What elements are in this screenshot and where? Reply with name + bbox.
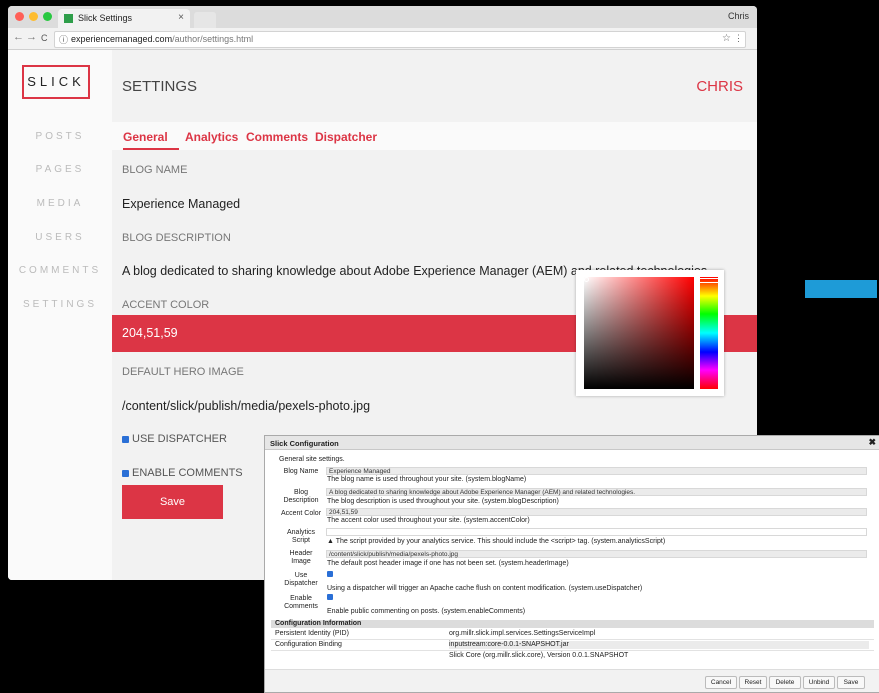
back-icon[interactable]: ←	[13, 31, 24, 43]
config-dialog: Slick Configuration ✖ General site setti…	[264, 435, 879, 693]
decorative-bar	[805, 280, 877, 298]
default-hero-image-label: DEFAULT HERO IMAGE	[122, 366, 244, 378]
tab-analytics[interactable]: Analytics	[185, 130, 238, 144]
blog-name-label: BLOG NAME	[122, 164, 188, 176]
sidebar-item-comments[interactable]: COMMENTS	[8, 265, 112, 276]
header-image-config-label: Header Image	[289, 550, 313, 565]
pid-row: Persistent Identity (PID) org.millr.slic…	[271, 629, 874, 640]
unbind-button[interactable]: Unbind	[803, 676, 835, 689]
config-info-header: Configuration Information	[271, 620, 874, 628]
enable-comments-config-checkbox[interactable]	[327, 594, 333, 600]
enable-comments-label: ENABLE COMMENTS	[132, 467, 243, 479]
sidebar-item-users[interactable]: USERS	[8, 232, 112, 243]
blog-description-label: BLOG DESCRIPTION	[122, 232, 231, 244]
profile-name[interactable]: Chris	[728, 11, 749, 21]
url-text: experiencemanaged.com/author/settings.ht…	[71, 34, 254, 44]
dialog-title: Slick Configuration	[270, 439, 339, 448]
checkbox-checked-icon[interactable]	[122, 469, 129, 477]
bookmark-star-icon[interactable]: ☆	[722, 33, 731, 44]
reset-button[interactable]: Reset	[739, 676, 767, 689]
pid-value: org.millr.slick.impl.services.SettingsSe…	[449, 630, 596, 637]
dialog-intro: General site settings.	[279, 456, 345, 463]
bundle-row: Slick Core (org.millr.slick.core), Versi…	[271, 651, 874, 661]
pid-label: Persistent Identity (PID)	[275, 630, 349, 637]
close-window-icon[interactable]	[15, 12, 24, 21]
user-name[interactable]: CHRIS	[696, 78, 743, 95]
sidebar-item-posts[interactable]: POSTS	[8, 131, 112, 142]
logo[interactable]: SLICK	[22, 65, 90, 99]
default-hero-image-field[interactable]: /content/slick/publish/media/pexels-phot…	[122, 399, 370, 413]
blog-description-config-desc: The blog description is used throughout …	[327, 498, 559, 505]
use-dispatcher-config-label: Use Dispatcher	[284, 572, 318, 587]
blog-description-config-label: Blog Description	[283, 489, 319, 504]
dialog-save-button[interactable]: Save	[837, 676, 865, 689]
reload-icon[interactable]: C	[41, 33, 48, 43]
analytics-script-config-label: Analytics Script	[286, 529, 315, 544]
tab-close-icon[interactable]: ×	[178, 12, 184, 23]
favicon-icon	[64, 14, 73, 23]
active-tab-indicator	[123, 148, 179, 150]
tab-comments[interactable]: Comments	[246, 130, 308, 144]
sidebar-item-pages[interactable]: PAGES	[8, 164, 112, 175]
page-title: SETTINGS	[122, 78, 198, 95]
tab-dispatcher[interactable]: Dispatcher	[315, 130, 377, 144]
accent-color-config-input[interactable]: 204,51,59	[326, 508, 867, 516]
color-picker	[576, 270, 724, 396]
forward-icon[interactable]: →	[26, 31, 37, 43]
binding-label: Configuration Binding	[275, 641, 342, 648]
save-button[interactable]: Save	[122, 485, 223, 519]
use-dispatcher-config-checkbox[interactable]	[327, 571, 333, 577]
header-image-config-input[interactable]: /content/slick/publish/media/pexels-phot…	[326, 550, 867, 558]
minimize-window-icon[interactable]	[29, 12, 38, 21]
menu-icon[interactable]: ⋮	[734, 33, 743, 44]
hue-handle-icon[interactable]	[699, 278, 719, 283]
analytics-script-config-desc: ▲ The script provided by your analytics …	[327, 538, 666, 545]
tab-title: Slick Settings	[78, 13, 133, 23]
tab-bar: Slick Settings × Chris	[8, 6, 757, 28]
accent-color-label: ACCENT COLOR	[122, 299, 210, 311]
delete-button[interactable]: Delete	[769, 676, 801, 689]
use-dispatcher-label: USE DISPATCHER	[132, 433, 227, 445]
use-dispatcher-config-desc: Using a dispatcher will trigger an Apach…	[327, 585, 643, 592]
cancel-button[interactable]: Cancel	[705, 676, 737, 689]
accent-color-value: 204,51,59	[122, 326, 178, 340]
info-icon[interactable]: ⓘ	[59, 33, 68, 46]
hue-slider[interactable]	[699, 277, 719, 389]
dialog-footer: Cancel Reset Delete Unbind Save	[265, 669, 879, 692]
browser-toolbar: ← → C ⓘ experiencemanaged.com/author/set…	[8, 28, 757, 50]
analytics-script-config-input[interactable]	[326, 528, 867, 536]
use-dispatcher-checkbox[interactable]: USE DISPATCHER	[122, 433, 227, 445]
warning-icon: ▲	[327, 538, 336, 545]
blog-name-field[interactable]: Experience Managed	[122, 197, 240, 211]
dialog-header: Slick Configuration ✖	[265, 436, 879, 450]
new-tab-button[interactable]	[194, 12, 216, 28]
tab-general[interactable]: General	[123, 130, 168, 144]
blog-name-config-input[interactable]: Experience Managed	[326, 467, 867, 475]
checkbox-checked-icon[interactable]	[122, 435, 129, 443]
binding-row: Configuration Binding inputstream:core-0…	[271, 640, 874, 651]
enable-comments-config-desc: Enable public commenting on posts. (syst…	[327, 608, 526, 615]
address-bar[interactable]: ⓘ experiencemanaged.com/author/settings.…	[54, 31, 746, 48]
sidebar-item-media[interactable]: MEDIA	[8, 198, 112, 209]
enable-comments-config-label: Enable Comments	[284, 595, 318, 610]
sidebar-item-settings[interactable]: SETTINGS	[8, 299, 112, 310]
saturation-area[interactable]	[584, 277, 694, 389]
binding-value: inputstream:core-0.0.1-SNAPSHOT.jar	[449, 641, 869, 649]
picker-cursor-icon[interactable]	[584, 277, 589, 282]
browser-tab[interactable]: Slick Settings ×	[58, 9, 190, 28]
accent-color-config-label: Accent Color	[280, 510, 322, 517]
maximize-window-icon[interactable]	[43, 12, 52, 21]
sidebar: SLICK POSTS PAGES MEDIA USERS COMMENTS S…	[8, 50, 112, 580]
settings-tabs: General Analytics Comments Dispatcher	[112, 122, 757, 150]
blog-description-config-input[interactable]: A blog dedicated to sharing knowledge ab…	[326, 488, 867, 496]
blog-name-config-desc: The blog name is used throughout your si…	[327, 476, 527, 483]
bundle-value: Slick Core (org.millr.slick.core), Versi…	[449, 652, 629, 659]
enable-comments-checkbox[interactable]: ENABLE COMMENTS	[122, 467, 243, 479]
dialog-close-icon[interactable]: ✖	[868, 437, 876, 448]
header-image-config-desc: The default post header image if one has…	[327, 560, 569, 567]
blog-name-config-label: Blog Name	[283, 468, 319, 475]
accent-color-config-desc: The accent color used throughout your si…	[327, 517, 530, 524]
